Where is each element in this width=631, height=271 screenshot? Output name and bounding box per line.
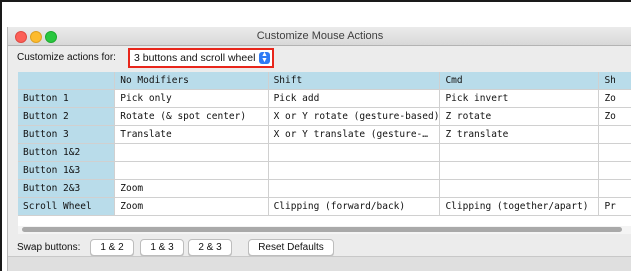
header-row: No Modifiers Shift Cmd Sh	[18, 72, 631, 90]
mouse-type-select[interactable]: 3 buttons and scroll wheel ▲ ▼	[128, 48, 274, 68]
status-bar	[8, 256, 631, 271]
action-cell[interactable]: Rotate (& spot center)	[114, 107, 269, 126]
action-cell[interactable]: Zoom	[114, 197, 269, 216]
window-title: Customize Mouse Actions	[256, 30, 384, 42]
action-cell[interactable]	[114, 161, 269, 180]
action-cell[interactable]	[598, 179, 631, 198]
customize-for-label: Customize actions for:	[17, 52, 116, 63]
action-cell[interactable]	[439, 179, 600, 198]
action-cell[interactable]	[114, 143, 269, 162]
action-cell[interactable]	[598, 161, 631, 180]
action-cell[interactable]	[439, 143, 600, 162]
action-cell[interactable]: Zoom	[114, 179, 269, 198]
table-row: Scroll Wheel Zoom Clipping (forward/back…	[18, 197, 631, 216]
mouse-actions-grid: No Modifiers Shift Cmd Sh Button 1 Pick …	[18, 72, 631, 234]
header-shift: Shift	[268, 72, 441, 90]
action-cell[interactable]: X or Y rotate (gesture-based)	[268, 107, 441, 126]
row-label: Button 1&2	[18, 143, 116, 162]
action-cell[interactable]: Clipping (together/apart)	[439, 197, 600, 216]
action-cell[interactable]: Pick invert	[439, 89, 600, 108]
swap-2-3-button[interactable]: 2 & 3	[188, 239, 232, 256]
action-cell[interactable]	[268, 161, 441, 180]
title-bar: Customize Mouse Actions	[8, 27, 631, 46]
action-cell[interactable]	[598, 143, 631, 162]
action-cell[interactable]: Clipping (forward/back)	[268, 197, 441, 216]
action-cell[interactable]	[268, 179, 441, 198]
action-cell[interactable]: Zo	[598, 89, 631, 108]
swap-1-3-button[interactable]: 1 & 3	[140, 239, 184, 256]
screen-left-edge	[0, 0, 2, 271]
row-label: Scroll Wheel	[18, 197, 116, 216]
screen-top-edge	[0, 0, 631, 2]
action-cell[interactable]	[439, 161, 600, 180]
header-corner	[18, 72, 116, 90]
action-cell[interactable]	[598, 125, 631, 144]
row-label: Button 3	[18, 125, 116, 144]
action-cell[interactable]: Translate	[114, 125, 269, 144]
row-label: Button 2&3	[18, 179, 116, 198]
action-cell[interactable]: Pick only	[114, 89, 269, 108]
action-cell[interactable]: Zo	[598, 107, 631, 126]
table-row: Button 2&3 Zoom	[18, 179, 631, 198]
swap-buttons-label: Swap buttons:	[17, 242, 81, 253]
action-cell[interactable]: Z rotate	[439, 107, 600, 126]
table-row: Button 3 Translate X or Y translate (ges…	[18, 125, 631, 144]
reset-defaults-button[interactable]: Reset Defaults	[248, 239, 334, 256]
row-label: Button 1&3	[18, 161, 116, 180]
table-row: Button 1&3	[18, 161, 631, 180]
table-row: Button 1&2	[18, 143, 631, 162]
mouse-type-select-value: 3 buttons and scroll wheel	[134, 52, 256, 64]
row-label: Button 2	[18, 107, 116, 126]
header-shift-cmd: Sh	[598, 72, 631, 90]
action-cell[interactable]	[268, 143, 441, 162]
action-cell[interactable]: Pick add	[268, 89, 441, 108]
table-row: Button 2 Rotate (& spot center) X or Y r…	[18, 107, 631, 126]
header-cmd: Cmd	[439, 72, 600, 90]
customize-toolbar: Customize actions for: 3 buttons and scr…	[8, 46, 631, 70]
scrollbar-thumb[interactable]	[22, 227, 622, 232]
row-label: Button 1	[18, 89, 116, 108]
horizontal-scrollbar[interactable]	[18, 226, 631, 234]
swap-1-2-button[interactable]: 1 & 2	[90, 239, 134, 256]
table-row: Button 1 Pick only Pick add Pick invert …	[18, 89, 631, 108]
chevron-updown-icon: ▲ ▼	[259, 51, 270, 64]
action-cell[interactable]: Pr	[598, 197, 631, 216]
customize-mouse-actions-window: Customize Mouse Actions Customize action…	[7, 27, 631, 271]
action-cell[interactable]: Z translate	[439, 125, 600, 144]
header-no-modifiers: No Modifiers	[114, 72, 269, 90]
action-cell[interactable]: X or Y translate (gesture-…	[268, 125, 441, 144]
